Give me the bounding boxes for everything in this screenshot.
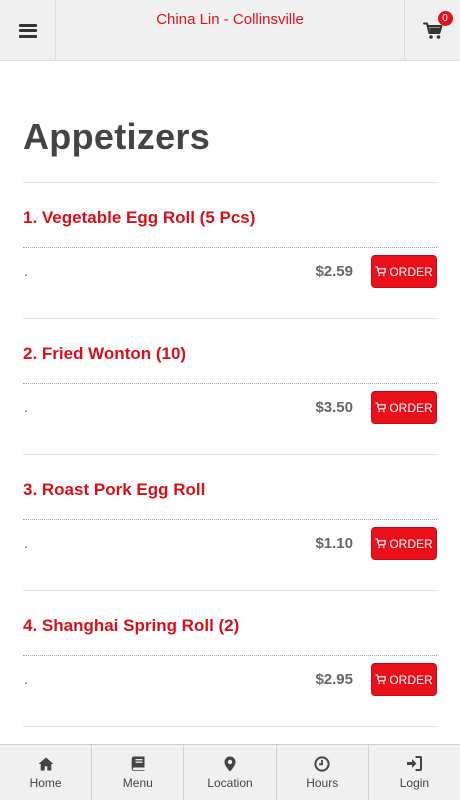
order-button-label: ORDER	[389, 672, 433, 687]
app: China Lin - Collinsville 0 Appetizers 1.…	[0, 0, 460, 800]
dotted-divider	[23, 383, 437, 384]
nav-home[interactable]: Home	[0, 745, 93, 800]
menu-item: 4. Shanghai Spring Roll (2) . $2.95 ORDE…	[23, 591, 437, 727]
menu-item-description: .	[24, 263, 28, 279]
cart-plus-icon	[375, 674, 387, 685]
menu-content: Appetizers 1. Vegetable Egg Roll (5 Pcs)…	[23, 61, 437, 727]
dotted-divider	[23, 519, 437, 520]
nav-label: Hours	[306, 775, 339, 790]
menu-item-name[interactable]: 4. Shanghai Spring Roll (2)	[23, 616, 239, 636]
cart-count-badge: 0	[437, 10, 453, 26]
home-icon	[38, 756, 54, 772]
order-button-label: ORDER	[389, 536, 433, 551]
shopping-cart-icon: 0	[422, 10, 453, 40]
order-button[interactable]: ORDER	[371, 663, 437, 696]
menu-item-price: $2.95	[315, 671, 353, 688]
map-marker-icon	[222, 756, 238, 772]
dotted-divider	[23, 655, 437, 656]
bottom-nav: Home Menu Location Hours Login	[0, 744, 460, 800]
menu-item-price: $2.59	[315, 263, 353, 280]
restaurant-title: China Lin - Collinsville	[156, 11, 304, 28]
menu-item: 2. Fried Wonton (10) . $3.50 ORDER	[23, 319, 437, 455]
cart-plus-icon	[375, 266, 387, 277]
menu-item-description: .	[24, 399, 28, 415]
hamburger-icon	[18, 23, 37, 38]
menu-item-name[interactable]: 3. Roast Pork Egg Roll	[23, 480, 205, 500]
book-icon	[130, 756, 146, 772]
menu-item-name[interactable]: 2. Fried Wonton (10)	[23, 344, 186, 364]
cart-plus-icon	[375, 538, 387, 549]
menu-item-price: $1.10	[315, 535, 353, 552]
nav-label: Home	[29, 775, 62, 790]
order-button[interactable]: ORDER	[371, 391, 437, 424]
menu-item-description: .	[24, 535, 28, 551]
nav-hours[interactable]: Hours	[277, 745, 369, 800]
section-title: Appetizers	[23, 116, 211, 157]
top-bar: China Lin - Collinsville 0	[0, 0, 460, 61]
nav-menu[interactable]: Menu	[92, 745, 185, 800]
nav-label: Menu	[122, 775, 153, 790]
nav-label: Login	[399, 775, 430, 790]
order-button[interactable]: ORDER	[371, 527, 437, 560]
menu-item-price: $3.50	[315, 399, 353, 416]
sign-in-icon	[406, 756, 423, 772]
order-button[interactable]: ORDER	[371, 255, 437, 288]
order-button-label: ORDER	[389, 400, 433, 415]
nav-label: Location	[207, 775, 253, 790]
cart-plus-icon	[375, 402, 387, 413]
menu-item: 1. Vegetable Egg Roll (5 Pcs) . $2.59 OR…	[23, 183, 437, 319]
cart-button[interactable]: 0	[404, 0, 460, 61]
menu-item-name[interactable]: 1. Vegetable Egg Roll (5 Pcs)	[23, 208, 255, 228]
menu-item-description: .	[24, 671, 28, 687]
dotted-divider	[23, 247, 437, 248]
clock-icon	[314, 755, 330, 772]
order-button-label: ORDER	[389, 264, 433, 279]
nav-location[interactable]: Location	[184, 745, 277, 800]
menu-item: 3. Roast Pork Egg Roll . $1.10 ORDER	[23, 455, 437, 591]
menu-toggle-button[interactable]	[0, 0, 56, 61]
nav-login[interactable]: Login	[369, 745, 460, 800]
